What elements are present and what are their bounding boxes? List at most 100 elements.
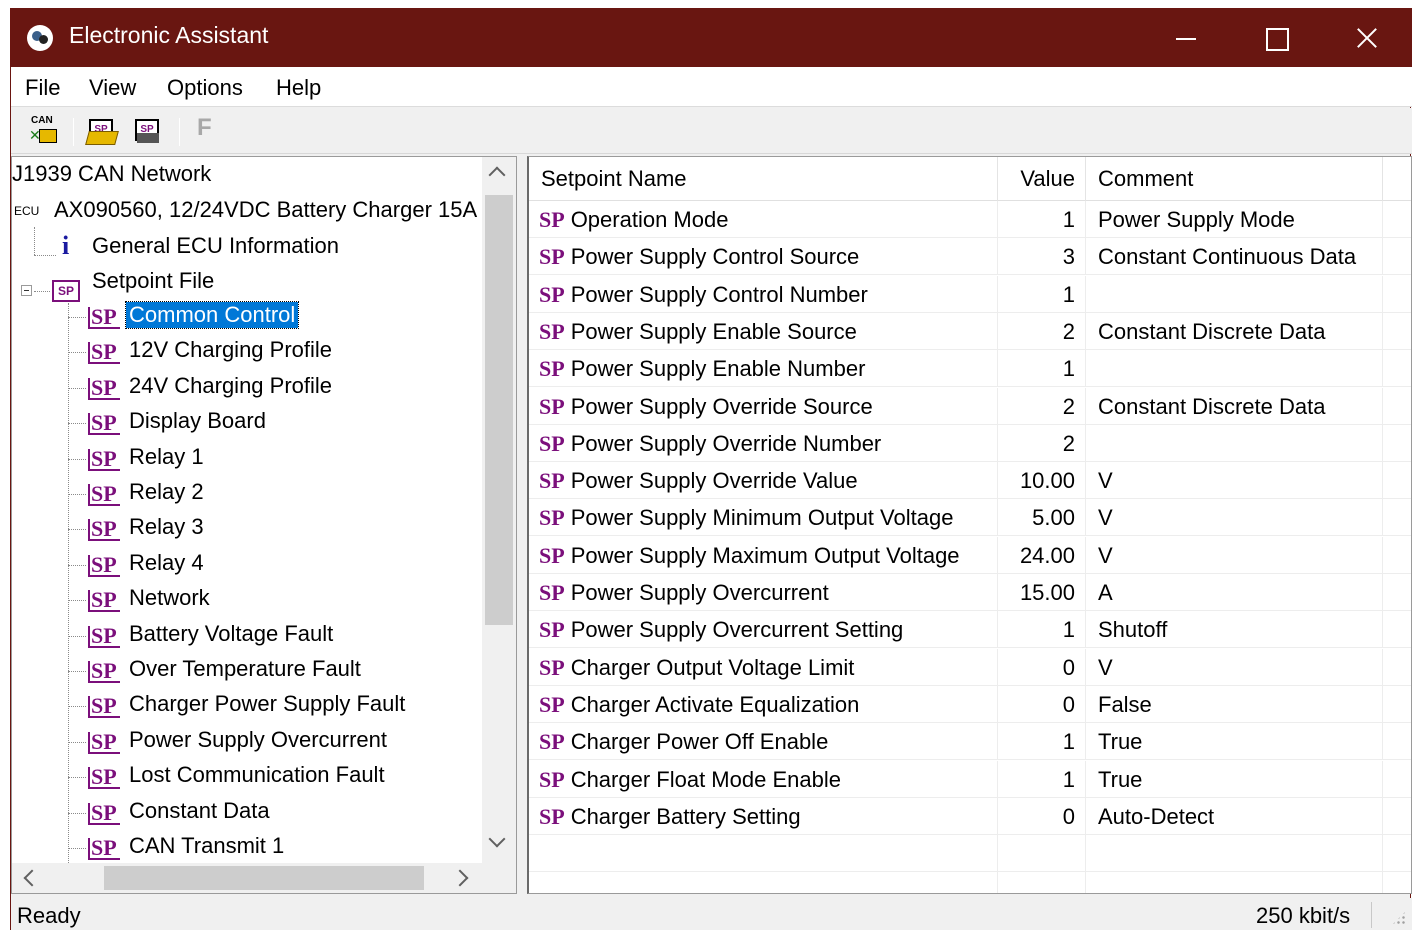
setpoint-name-cell[interactable]: SP Power Supply Override Source [529, 387, 998, 425]
setpoint-name-cell[interactable] [529, 872, 998, 893]
table-row[interactable]: SP Power Supply Control Number 1 [529, 275, 1411, 313]
save-setpoint-button[interactable]: SP [133, 117, 163, 145]
setpoint-value-cell[interactable]: 24.00 [998, 536, 1086, 574]
table-row[interactable]: SP Operation Mode 1 Power Supply Mode [529, 201, 1411, 238]
table-row[interactable]: SP Charger Battery Setting 0 Auto-Detect [529, 797, 1411, 835]
setpoint-value-cell[interactable]: 0 [998, 685, 1086, 723]
setpoint-grid[interactable]: Setpoint Name Value Comment SP Operation … [527, 156, 1412, 894]
tree-setpoint-file[interactable]: Setpoint File [92, 268, 214, 294]
tree-item[interactable]: Constant Data [129, 798, 270, 824]
setpoint-value-cell[interactable]: 15.00 [998, 574, 1086, 611]
menu-options[interactable]: Options [167, 75, 243, 101]
setpoint-name-cell[interactable]: SP Charger Power Off Enable [529, 723, 998, 761]
tree-item[interactable]: Common Control [124, 301, 300, 329]
setpoint-value-cell[interactable]: 1 [998, 201, 1086, 238]
table-row[interactable]: SP Power Supply Control Source 3 Constant C… [529, 238, 1411, 276]
tree-item[interactable]: 24V Charging Profile [129, 373, 332, 399]
menu-view[interactable]: View [89, 75, 136, 101]
table-row[interactable] [529, 872, 1411, 893]
table-row[interactable]: SP Power Supply Override Value 10.00 V [529, 462, 1411, 500]
table-row[interactable] [529, 835, 1411, 873]
setpoint-name-cell[interactable]: SP Power Supply Enable Source [529, 312, 998, 350]
collapse-toggle[interactable] [21, 285, 32, 296]
setpoint-value-cell[interactable]: 2 [998, 387, 1086, 425]
table-row[interactable]: SP Charger Activate Equalization 0 False [529, 685, 1411, 723]
setpoint-name-cell[interactable]: SP Power Supply Enable Number [529, 350, 998, 388]
table-row[interactable]: SP Charger Float Mode Enable 1 True [529, 760, 1411, 798]
col-header-value[interactable]: Value [998, 157, 1086, 201]
tree-network[interactable]: J1939 CAN Network [12, 161, 211, 187]
table-row[interactable]: SP Power Supply Override Number 2 [529, 424, 1411, 462]
setpoint-value-cell[interactable]: 0 [998, 797, 1086, 835]
scroll-right-icon[interactable] [451, 869, 469, 887]
ecu-tree-view[interactable]: J1939 CAN Network ECU AX090560, 12/24VDC… [11, 156, 517, 894]
col-header-comment[interactable]: Comment [1086, 157, 1383, 201]
setpoint-name-cell[interactable]: SP Charger Output Voltage Limit [529, 648, 998, 686]
setpoint-value-cell[interactable]: 10.00 [998, 462, 1086, 500]
maximize-button[interactable] [1231, 8, 1321, 67]
setpoint-value-cell[interactable]: 1 [998, 275, 1086, 313]
tree-general-ecu-info[interactable]: General ECU Information [92, 233, 339, 259]
table-row[interactable]: SP Power Supply Overcurrent Setting 1 Shuto… [529, 611, 1411, 649]
setpoint-name-cell[interactable]: SP Charger Battery Setting [529, 797, 998, 835]
setpoint-name-cell[interactable]: SP Operation Mode [529, 201, 998, 238]
setpoint-name-cell[interactable]: SP Power Supply Overcurrent Setting [529, 611, 998, 649]
setpoint-name-cell[interactable]: SP Power Supply Override Value [529, 462, 998, 500]
table-row[interactable]: SP Charger Output Voltage Limit 0 V [529, 648, 1411, 686]
tree-item[interactable]: Lost Communication Fault [129, 762, 385, 788]
table-row[interactable]: SP Power Supply Enable Number 1 [529, 350, 1411, 388]
resize-grip-icon[interactable] [1391, 910, 1407, 926]
setpoint-value-cell[interactable]: 1 [998, 760, 1086, 798]
scroll-thumb[interactable] [104, 866, 424, 890]
table-row[interactable]: SP Charger Power Off Enable 1 True [529, 723, 1411, 761]
tree-item[interactable]: Relay 3 [129, 514, 204, 540]
setpoint-value-cell[interactable]: 3 [998, 238, 1086, 276]
setpoint-name-cell[interactable]: SP Power Supply Control Number [529, 275, 998, 313]
setpoint-value-cell[interactable]: 2 [998, 312, 1086, 350]
table-row[interactable]: SP Power Supply Enable Source 2 Constant Di… [529, 312, 1411, 350]
tree-horizontal-scrollbar[interactable] [12, 863, 482, 893]
tree-item[interactable]: Relay 2 [129, 479, 204, 505]
tree-item[interactable]: Power Supply Overcurrent [129, 727, 387, 753]
col-header-name[interactable]: Setpoint Name [529, 157, 998, 201]
tree-item[interactable]: Over Temperature Fault [129, 656, 361, 682]
open-setpoint-button[interactable]: SP [85, 117, 119, 145]
setpoint-value-cell[interactable] [998, 872, 1086, 893]
minimize-button[interactable] [1141, 8, 1231, 67]
setpoint-value-cell[interactable]: 1 [998, 611, 1086, 649]
setpoint-name-cell[interactable]: SP Power Supply Overcurrent [529, 574, 998, 611]
setpoint-name-cell[interactable]: SP Power Supply Control Source [529, 238, 998, 276]
tree-ecu[interactable]: AX090560, 12/24VDC Battery Charger 15A [54, 197, 477, 223]
can-connect-button[interactable]: CAN ✕ [29, 115, 59, 145]
pane-splitter[interactable] [517, 156, 527, 894]
setpoint-name-cell[interactable]: SP Power Supply Override Number [529, 424, 998, 462]
scroll-thumb[interactable] [485, 195, 513, 625]
setpoint-value-cell[interactable]: 5.00 [998, 499, 1086, 537]
table-row[interactable]: SP Power Supply Maximum Output Voltage 24.… [529, 536, 1411, 574]
tree-item[interactable]: Relay 1 [129, 444, 204, 470]
flash-button[interactable]: F [197, 114, 227, 142]
menu-help[interactable]: Help [276, 75, 321, 101]
table-row[interactable]: SP Power Supply Override Source 2 Constant … [529, 387, 1411, 425]
table-row[interactable]: SP Power Supply Overcurrent 15.00 A [529, 574, 1411, 611]
tree-item[interactable]: CAN Transmit 1 [129, 833, 284, 859]
tree-item[interactable]: Relay 4 [129, 550, 204, 576]
tree-item[interactable]: Network [129, 585, 210, 611]
tree-item[interactable]: Charger Power Supply Fault [129, 691, 405, 717]
setpoint-name-cell[interactable]: SP Power Supply Maximum Output Voltage [529, 536, 998, 574]
scroll-left-icon[interactable] [23, 869, 41, 887]
setpoint-value-cell[interactable]: 0 [998, 648, 1086, 686]
scroll-down-icon[interactable] [488, 830, 506, 848]
tree-item[interactable]: Battery Voltage Fault [129, 621, 333, 647]
tree-item[interactable]: Display Board [129, 408, 266, 434]
setpoint-name-cell[interactable] [529, 835, 998, 873]
tree-item[interactable]: 12V Charging Profile [129, 337, 332, 363]
table-row[interactable]: SP Power Supply Minimum Output Voltage 5.0… [529, 499, 1411, 537]
menu-file[interactable]: File [25, 75, 60, 101]
setpoint-name-cell[interactable]: SP Power Supply Minimum Output Voltage [529, 499, 998, 537]
scroll-up-icon[interactable] [488, 166, 506, 184]
title-bar[interactable]: Electronic Assistant [11, 8, 1412, 67]
setpoint-name-cell[interactable]: SP Charger Activate Equalization [529, 685, 998, 723]
close-button[interactable] [1321, 8, 1411, 67]
setpoint-value-cell[interactable] [998, 835, 1086, 873]
